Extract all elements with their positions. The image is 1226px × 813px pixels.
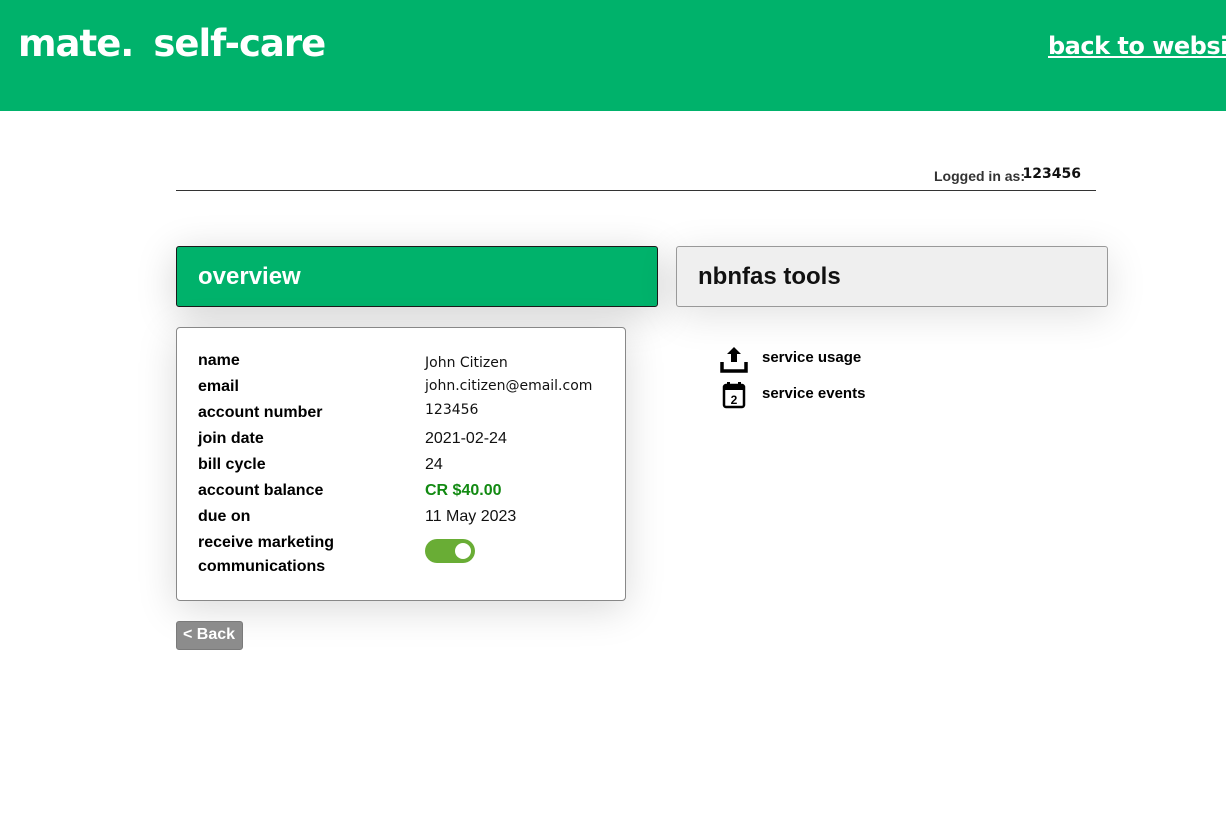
account-number-value: 123456 [425,402,479,418]
header-bar: mate. self-care back to website [0,0,1226,111]
join-date-value: 2021-02-24 [425,430,507,447]
calendar-icon: 2 [722,382,746,409]
marketing-toggle[interactable] [425,539,475,563]
bill-cycle-label: bill cycle [198,456,266,473]
logged-in-label: Logged in as: [934,168,1025,184]
account-overview-card: name John Citizen email john.citizen@ema… [176,327,626,601]
calendar-day-number: 2 [731,393,738,407]
tab-overview-label: overview [198,263,301,290]
tool-service-events-label: service events [762,385,866,402]
tab-overview[interactable]: overview [176,246,658,307]
email-label: email [198,378,239,395]
name-label: name [198,352,240,369]
join-date-label: join date [198,430,264,447]
back-button[interactable]: < Back [176,621,243,650]
bill-cycle-value: 24 [425,456,443,473]
brand-logo: mate. self-care [18,22,326,65]
login-status-bar: Logged in as: 123456 [176,160,1096,191]
due-on-value: 11 May 2023 [425,508,517,525]
tab-nbnfas-tools[interactable]: nbnfas tools [676,246,1108,307]
account-balance-value: CR $40.00 [425,482,502,499]
account-balance-label: account balance [198,482,324,499]
marketing-label-line1: receive marketing [198,534,335,551]
logged-in-user-id: 123456 [1022,166,1081,182]
email-value: john.citizen@email.com [425,378,593,394]
name-value: John Citizen [425,355,508,371]
brand-name: mate. [18,22,134,65]
marketing-label-line2: communications [198,558,326,575]
product-name: self-care [153,22,326,65]
due-on-label: due on [198,508,251,525]
upload-icon [720,347,748,373]
account-number-label: account number [198,404,323,421]
toggle-knob [455,543,471,559]
back-to-website-link[interactable]: back to website [1048,32,1226,60]
tab-nbnfas-tools-label: nbnfas tools [698,263,841,290]
tool-service-usage-label: service usage [762,349,862,366]
